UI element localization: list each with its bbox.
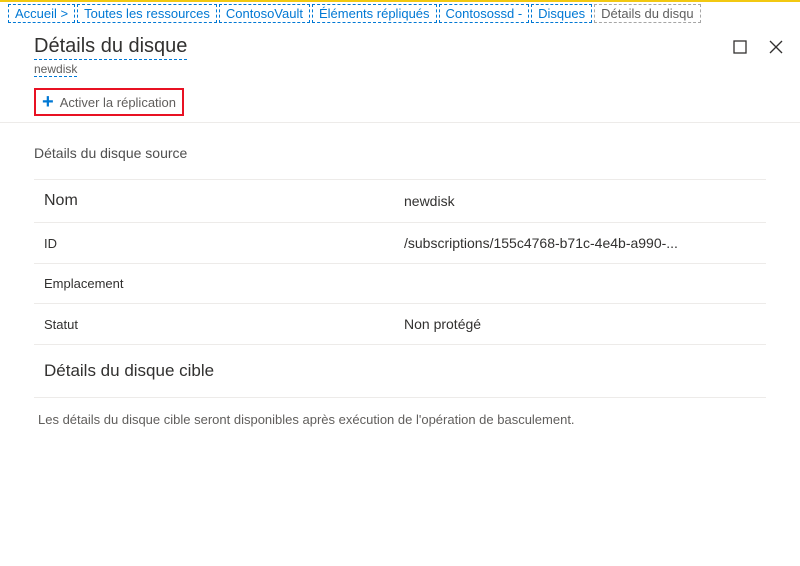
- restore-icon[interactable]: [732, 39, 748, 55]
- breadcrumb-disks[interactable]: Disques: [531, 4, 592, 23]
- source-section-label: Détails du disque source: [34, 145, 766, 161]
- page-subtitle: newdisk: [34, 62, 77, 77]
- id-value: /subscriptions/155c4768-b71c-4e4b-a990-.…: [404, 235, 766, 251]
- name-label: Nom: [44, 192, 404, 210]
- breadcrumb-replicated-items[interactable]: Éléments répliqués: [312, 4, 437, 23]
- content-area: Détails du disque source Nom newdisk ID …: [0, 123, 800, 441]
- status-label: Statut: [44, 317, 404, 332]
- target-message: Les détails du disque cible seront dispo…: [34, 397, 766, 441]
- plus-icon: +: [42, 92, 54, 112]
- row-location: Emplacement: [34, 263, 766, 303]
- enable-replication-label: Activer la réplication: [60, 95, 176, 110]
- target-section-heading: Détails du disque cible: [34, 344, 766, 397]
- row-id: ID /subscriptions/155c4768-b71c-4e4b-a99…: [34, 222, 766, 263]
- row-status: Statut Non protégé: [34, 303, 766, 344]
- breadcrumb: Accueil > Toutes les ressources ContosoV…: [0, 2, 800, 23]
- blade-header: Détails du disque newdisk: [0, 23, 800, 82]
- enable-replication-button[interactable]: + Activer la réplication: [34, 88, 184, 116]
- page-title: Détails du disque: [34, 35, 187, 60]
- close-icon[interactable]: [768, 39, 784, 55]
- location-label: Emplacement: [44, 276, 404, 291]
- breadcrumb-current: Détails du disqu: [594, 4, 701, 23]
- row-name: Nom newdisk: [34, 179, 766, 222]
- breadcrumb-vault[interactable]: ContosoVault: [219, 4, 310, 23]
- breadcrumb-vm[interactable]: Contosossd -: [439, 4, 530, 23]
- name-value: newdisk: [404, 193, 766, 209]
- id-label: ID: [44, 236, 404, 251]
- breadcrumb-home[interactable]: Accueil >: [8, 4, 75, 23]
- status-value: Non protégé: [404, 316, 766, 332]
- command-bar: + Activer la réplication: [0, 82, 800, 123]
- breadcrumb-all-resources[interactable]: Toutes les ressources: [77, 4, 217, 23]
